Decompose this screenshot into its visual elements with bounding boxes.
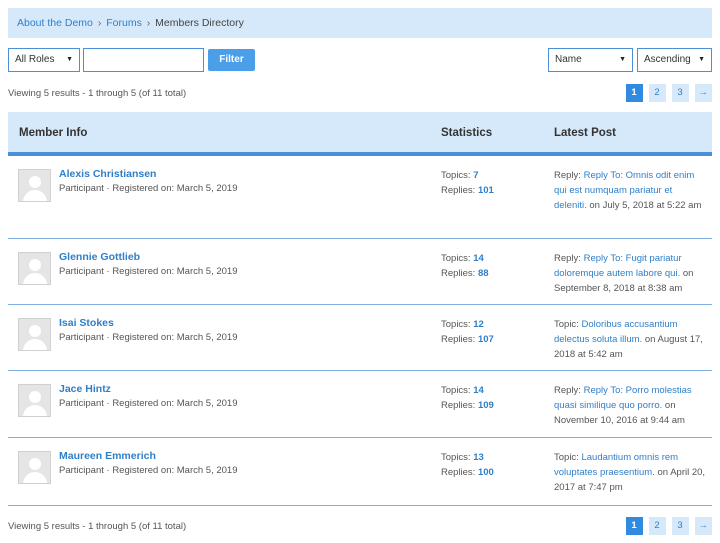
default-avatar-icon[interactable] <box>18 252 51 285</box>
topics-count: 7 <box>473 170 479 181</box>
replies-label: Replies: <box>441 400 476 411</box>
post-date: on July 5, 2018 at 5:22 am <box>589 200 702 211</box>
topics-count: 13 <box>473 452 484 463</box>
role-select[interactable]: All Roles ▼ <box>8 48 80 72</box>
replies-label: Replies: <box>441 334 476 345</box>
members-table-header: Member Info Statistics Latest Post <box>8 112 712 156</box>
replies-count: 101 <box>477 185 494 196</box>
member-meta: Participant · Registered on: March 5, 20… <box>59 398 238 409</box>
pagination-bottom: 1 2 3 → <box>625 517 712 535</box>
member-row: Jace Hintz Participant · Registered on: … <box>8 372 712 438</box>
member-name-link[interactable]: Maureen Emmerich <box>59 450 156 462</box>
member-row: Isai Stokes Participant · Registered on:… <box>8 306 712 371</box>
topics-label: Topics: <box>441 253 471 264</box>
pagination-top: 1 2 3 → <box>625 84 712 102</box>
chevron-down-icon: ▼ <box>698 56 705 63</box>
post-type: Reply: <box>554 385 581 396</box>
col-member-info: Member Info <box>19 127 88 139</box>
member-row: Glennie Gottlieb Participant · Registere… <box>8 240 712 305</box>
latest-post: Topic: Laudantium omnis rem voluptates p… <box>554 450 706 495</box>
next-page-link[interactable]: → <box>694 517 712 535</box>
topics-label: Topics: <box>441 319 471 330</box>
default-avatar-icon[interactable] <box>18 318 51 351</box>
page-3-link[interactable]: 3 <box>671 84 689 102</box>
default-avatar-icon[interactable] <box>18 169 51 202</box>
filter-button[interactable]: Filter <box>208 49 255 71</box>
order-select-value: Ascending <box>644 54 691 65</box>
breadcrumb-forums-link[interactable]: Forums <box>106 17 142 29</box>
member-name-link[interactable]: Jace Hintz <box>59 383 111 395</box>
results-count-bottom: Viewing 5 results - 1 through 5 (of 11 t… <box>8 521 187 532</box>
chevron-down-icon: ▼ <box>619 56 626 63</box>
order-select[interactable]: Ascending ▼ <box>637 48 712 72</box>
default-avatar-icon[interactable] <box>18 384 51 417</box>
col-latest-post: Latest Post <box>554 127 616 139</box>
replies-label: Replies: <box>441 268 476 279</box>
member-meta: Participant · Registered on: March 5, 20… <box>59 332 238 343</box>
breadcrumb-about-link[interactable]: About the Demo <box>17 17 93 29</box>
sort-select-value: Name <box>555 54 582 65</box>
member-stats: Topics: 13 Replies: 100 <box>441 450 494 480</box>
member-name-link[interactable]: Isai Stokes <box>59 317 114 329</box>
member-meta: Participant · Registered on: March 5, 20… <box>59 183 238 194</box>
post-type: Topic: <box>554 452 579 463</box>
member-row: Alexis Christiansen Participant · Regist… <box>8 157 712 239</box>
member-name-link[interactable]: Alexis Christiansen <box>59 168 156 180</box>
member-meta: Participant · Registered on: March 5, 20… <box>59 266 238 277</box>
page-2-link[interactable]: 2 <box>648 517 666 535</box>
replies-count: 88 <box>477 268 489 279</box>
latest-post: Reply: Reply To: Fugit pariatur doloremq… <box>554 251 706 296</box>
page-1-current: 1 <box>625 517 643 535</box>
replies-count: 109 <box>477 400 494 411</box>
topics-count: 14 <box>473 253 484 264</box>
member-row: Maureen Emmerich Participant · Registere… <box>8 439 712 506</box>
replies-count: 100 <box>477 467 494 478</box>
member-stats: Topics: 7 Replies: 101 <box>441 168 494 198</box>
replies-count: 107 <box>477 334 494 345</box>
topics-count: 12 <box>473 319 484 330</box>
post-type: Topic: <box>554 319 579 330</box>
latest-post: Reply: Reply To: Porro molestias quasi s… <box>554 383 706 428</box>
search-input[interactable] <box>83 48 204 72</box>
replies-label: Replies: <box>441 185 476 196</box>
breadcrumb-separator: › <box>97 17 102 29</box>
default-avatar-icon[interactable] <box>18 451 51 484</box>
breadcrumb: About the Demo › Forums › Members Direct… <box>8 8 712 38</box>
page-1-current: 1 <box>625 84 643 102</box>
col-statistics: Statistics <box>441 127 493 139</box>
breadcrumb-current: Members Directory <box>155 17 244 29</box>
breadcrumb-separator: › <box>146 17 151 29</box>
replies-label: Replies: <box>441 467 476 478</box>
member-stats: Topics: 14 Replies: 88 <box>441 251 489 281</box>
latest-post: Reply: Reply To: Omnis odit enim qui est… <box>554 168 706 213</box>
role-select-value: All Roles <box>15 54 55 65</box>
next-page-link[interactable]: → <box>694 84 712 102</box>
member-name-link[interactable]: Glennie Gottlieb <box>59 251 140 263</box>
member-stats: Topics: 12 Replies: 107 <box>441 317 494 347</box>
page-2-link[interactable]: 2 <box>648 84 666 102</box>
results-count-top: Viewing 5 results - 1 through 5 (of 11 t… <box>8 88 187 99</box>
topics-label: Topics: <box>441 452 471 463</box>
topics-label: Topics: <box>441 170 471 181</box>
topics-count: 14 <box>473 385 484 396</box>
topics-label: Topics: <box>441 385 471 396</box>
chevron-down-icon: ▼ <box>66 56 73 63</box>
page-3-link[interactable]: 3 <box>671 517 689 535</box>
latest-post: Topic: Doloribus accusantium delectus so… <box>554 317 706 362</box>
member-meta: Participant · Registered on: March 5, 20… <box>59 465 238 476</box>
member-stats: Topics: 14 Replies: 109 <box>441 383 494 413</box>
filter-bar: All Roles ▼ Filter Name ▼ Ascending ▼ <box>8 48 712 74</box>
post-type: Reply: <box>554 170 581 181</box>
sort-select[interactable]: Name ▼ <box>548 48 633 72</box>
post-type: Reply: <box>554 253 581 264</box>
